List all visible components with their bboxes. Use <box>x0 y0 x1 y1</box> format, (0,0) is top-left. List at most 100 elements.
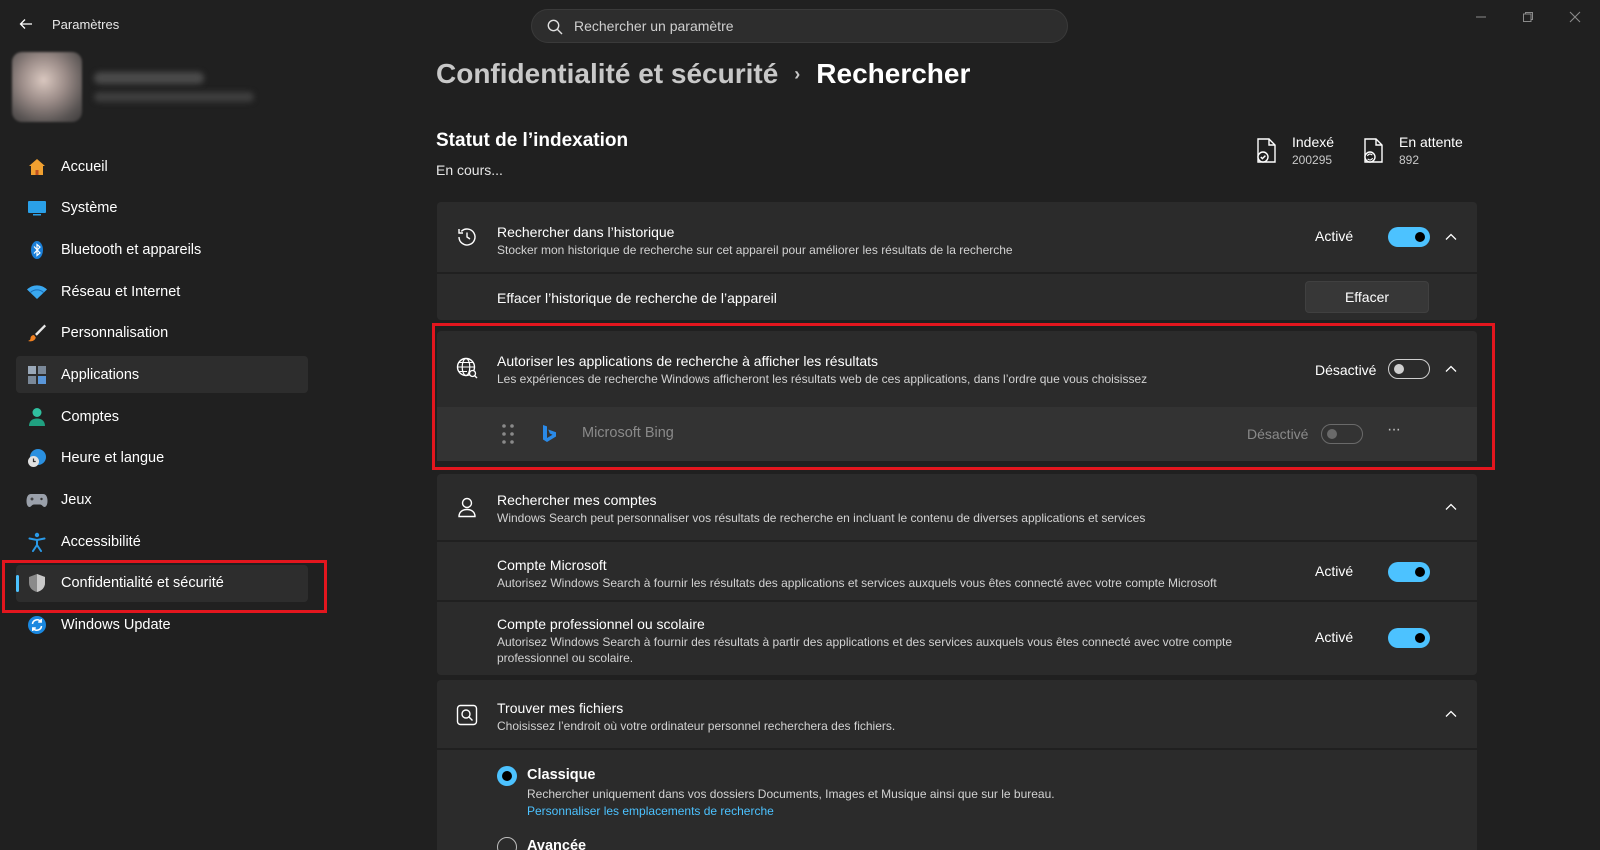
sidebar-item-jeux[interactable]: Jeux <box>16 482 308 519</box>
more-options-icon[interactable]: ··· <box>1387 421 1401 439</box>
clear-history-title: Effacer l’historique de recherche de l’a… <box>497 290 777 306</box>
clear-history-button[interactable]: Effacer <box>1305 281 1429 313</box>
history-desc: Stocker mon historique de recherche sur … <box>497 243 1013 257</box>
document-check-icon <box>1257 138 1276 163</box>
restore-icon[interactable] <box>1505 6 1551 30</box>
history-toggle[interactable] <box>1388 227 1430 247</box>
search-input[interactable] <box>574 10 1054 42</box>
breadcrumb: Confidentialité et sécurité › Rechercher <box>436 58 970 90</box>
microsoft-account-title: Compte Microsoft <box>497 557 607 573</box>
history-state: Activé <box>1315 228 1354 244</box>
sidebar-item-heure-langue[interactable]: Heure et langue <box>16 440 308 477</box>
display-icon <box>26 197 48 219</box>
work-account-desc-1: Autorisez Windows Search à fournir des r… <box>497 635 1233 649</box>
home-icon <box>26 156 48 178</box>
enhanced-title: Avancée <box>527 838 587 850</box>
search-apps-row[interactable]: Autoriser les applications de recherche … <box>437 331 1477 405</box>
sidebar-item-accessibilite[interactable]: Accessibilité <box>16 523 308 560</box>
find-files-title: Trouver mes fichiers <box>497 700 624 716</box>
sidebar-item-bluetooth[interactable]: Bluetooth et appareils <box>16 231 308 268</box>
classic-title: Classique <box>527 767 596 783</box>
search-mode-options: Classique Rechercher uniquement dans vos… <box>437 750 1477 850</box>
settings-search-box[interactable] <box>531 9 1068 43</box>
wifi-icon <box>26 281 48 303</box>
history-row[interactable]: Rechercher dans l’historique Stocker mon… <box>437 202 1477 272</box>
history-card: Rechercher dans l’historique Stocker mon… <box>437 202 1477 320</box>
back-arrow-icon[interactable] <box>14 14 38 38</box>
brush-icon <box>26 322 48 344</box>
sidebar-nav: Accueil Système Bluetooth et appareils R… <box>16 148 308 648</box>
indexing-status: En cours... <box>436 162 503 178</box>
work-account-row: Compte professionnel ou scolaire Autoris… <box>437 602 1477 675</box>
breadcrumb-parent[interactable]: Confidentialité et sécurité <box>436 58 778 90</box>
search-apps-state: Désactivé <box>1315 362 1377 378</box>
sidebar-item-confidentialite[interactable]: Confidentialité et sécurité <box>16 564 308 602</box>
search-apps-desc: Les expériences de recherche Windows aff… <box>497 372 1148 386</box>
sidebar-item-applications[interactable]: Applications <box>16 356 308 394</box>
close-icon[interactable] <box>1552 6 1598 30</box>
classic-desc: Rechercher uniquement dans vos dossiers … <box>527 787 1055 801</box>
accessibility-icon <box>26 531 48 553</box>
clear-history-row: Effacer l’historique de recherche de l’a… <box>437 274 1477 320</box>
file-search-icon <box>456 704 478 726</box>
chevron-up-icon[interactable] <box>1443 706 1459 722</box>
profile-email-blurred <box>94 92 254 102</box>
user-profile[interactable] <box>12 52 254 122</box>
clock-globe-icon <box>26 447 48 469</box>
search-icon <box>547 19 563 35</box>
search-apps-toggle[interactable] <box>1388 359 1430 379</box>
chevron-up-icon[interactable] <box>1443 229 1459 245</box>
avatar <box>12 52 82 122</box>
classic-radio[interactable] <box>497 766 517 786</box>
microsoft-account-state: Activé <box>1315 563 1354 579</box>
microsoft-account-toggle[interactable] <box>1388 562 1430 582</box>
indexed-stat: Indexé 200295 <box>1256 134 1334 167</box>
sidebar-item-systeme[interactable]: Système <box>16 190 308 227</box>
bluetooth-icon <box>26 239 48 261</box>
customize-locations-link[interactable]: Personnaliser les emplacements de recher… <box>527 804 774 818</box>
sidebar-item-personnalisation[interactable]: Personnalisation <box>16 315 308 352</box>
globe-search-icon <box>456 357 478 379</box>
microsoft-account-desc: Autorisez Windows Search à fournir les r… <box>497 576 1217 590</box>
sidebar-item-reseau[interactable]: Réseau et Internet <box>16 273 308 310</box>
pending-stat: En attente 892 <box>1363 134 1463 167</box>
profile-name-blurred <box>94 72 204 84</box>
history-title: Rechercher dans l’historique <box>497 224 675 240</box>
minimize-icon[interactable] <box>1458 6 1504 30</box>
bing-toggle[interactable] <box>1321 424 1363 444</box>
person-outline-icon <box>458 497 476 518</box>
sidebar-item-accueil[interactable]: Accueil <box>16 148 308 185</box>
bing-logo-icon <box>543 425 556 442</box>
find-files-desc: Choisissez l’endroit où votre ordinateur… <box>497 719 896 733</box>
sidebar-item-windows-update[interactable]: Windows Update <box>16 607 308 644</box>
accounts-desc: Windows Search peut personnaliser vos ré… <box>497 511 1146 525</box>
breadcrumb-separator: › <box>794 63 801 84</box>
indexing-title: Statut de l’indexation <box>436 130 629 151</box>
person-icon <box>26 406 48 428</box>
bing-state: Désactivé <box>1247 426 1309 442</box>
app-title: Paramètres <box>52 17 120 32</box>
history-icon <box>458 228 476 246</box>
enhanced-radio[interactable] <box>497 837 517 850</box>
shield-icon <box>26 572 48 594</box>
chevron-up-icon[interactable] <box>1443 499 1459 515</box>
work-account-state: Activé <box>1315 629 1354 645</box>
bing-row: Microsoft Bing Désactivé ··· <box>437 407 1477 461</box>
accounts-title: Rechercher mes comptes <box>497 492 657 508</box>
gamepad-icon <box>26 489 48 511</box>
work-account-title: Compte professionnel ou scolaire <box>497 616 705 632</box>
sidebar-item-comptes[interactable]: Comptes <box>16 398 308 435</box>
active-indicator <box>16 574 19 592</box>
work-account-toggle[interactable] <box>1388 628 1430 648</box>
page-title: Rechercher <box>816 58 971 89</box>
accounts-row[interactable]: Rechercher mes comptes Windows Search pe… <box>437 474 1477 540</box>
find-files-row[interactable]: Trouver mes fichiers Choisissez l’endroi… <box>437 680 1477 748</box>
document-sync-icon <box>1364 138 1383 163</box>
work-account-desc-2: professionnel ou scolaire. <box>497 651 634 665</box>
bing-app-name: Microsoft Bing <box>582 425 674 441</box>
microsoft-account-row: Compte Microsoft Autorisez Windows Searc… <box>437 542 1477 600</box>
chevron-up-icon[interactable] <box>1443 361 1459 377</box>
accounts-card: Rechercher mes comptes Windows Search pe… <box>437 474 1477 675</box>
title-bar: Paramètres <box>0 0 1600 50</box>
drag-handle-icon[interactable] <box>501 423 515 445</box>
